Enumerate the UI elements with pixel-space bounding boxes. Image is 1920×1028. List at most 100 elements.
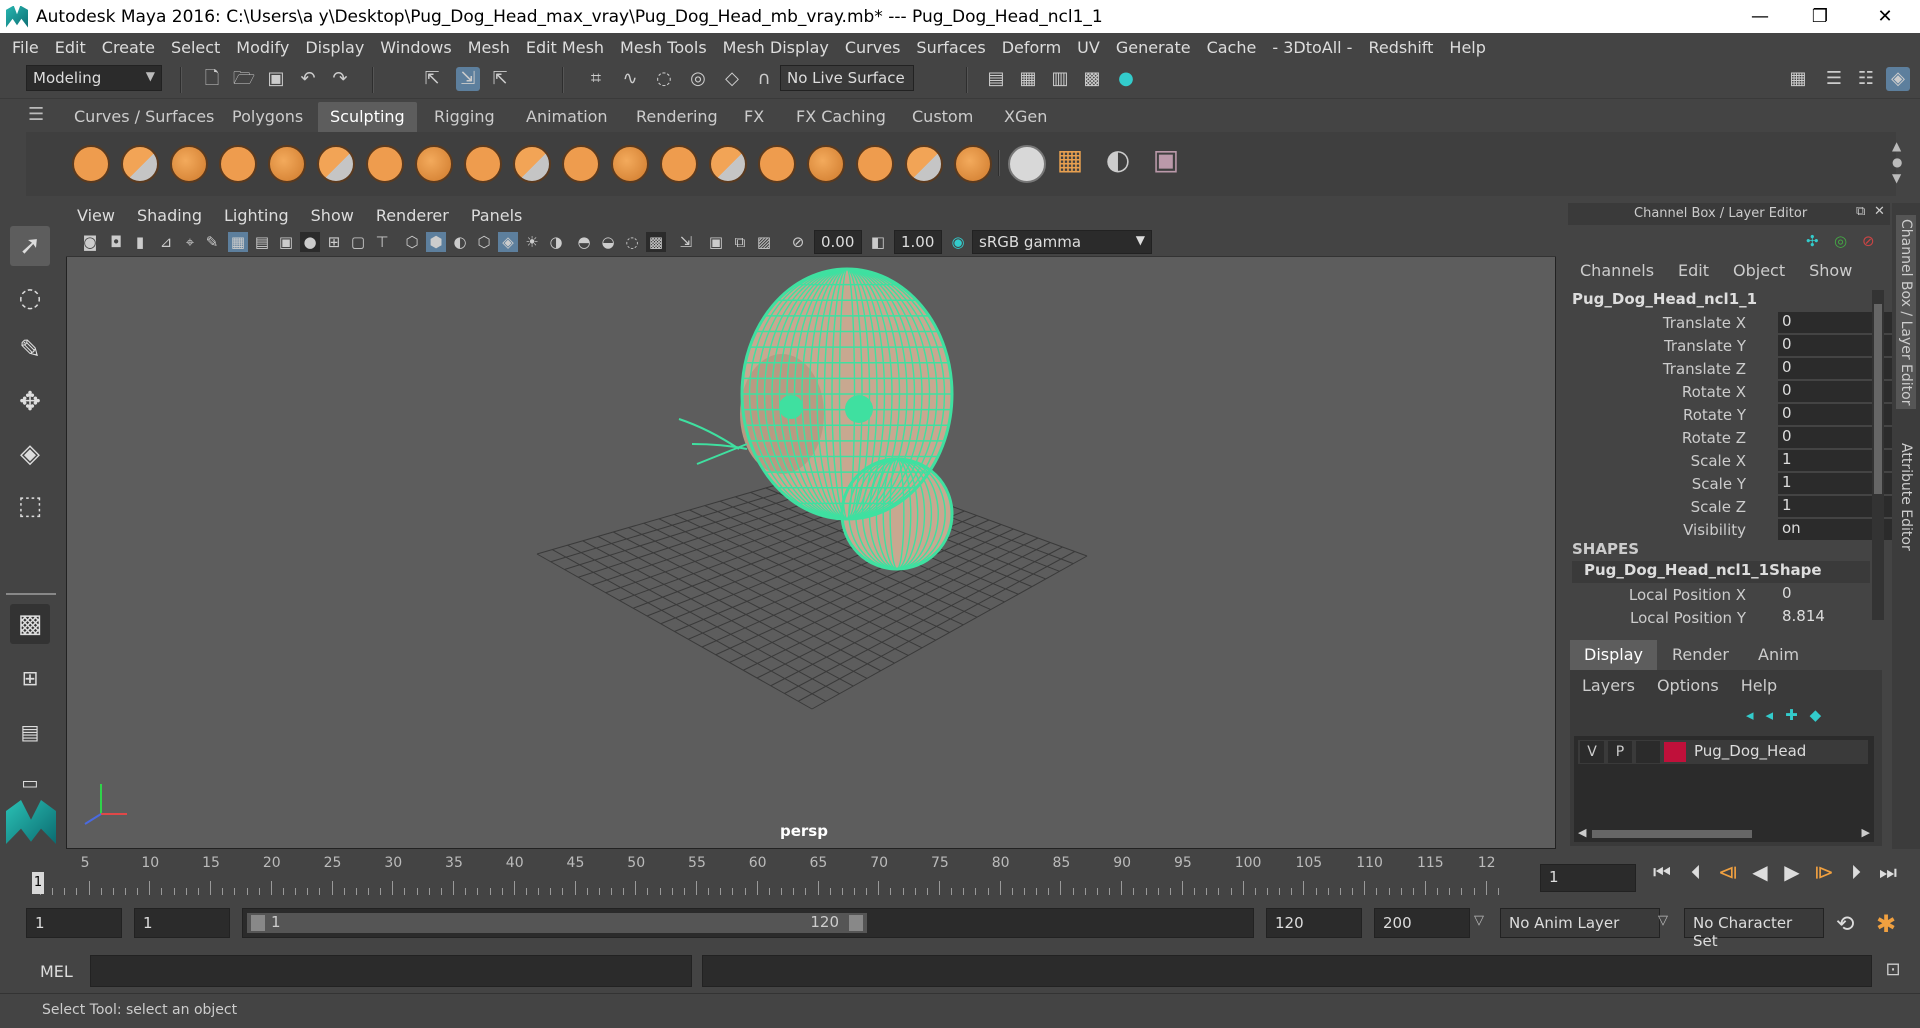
- menu-select[interactable]: Select: [163, 38, 228, 57]
- foamy-brush-icon[interactable]: [366, 145, 404, 183]
- select-tool-icon[interactable]: ➚: [10, 226, 50, 266]
- rotate-tool-icon[interactable]: ◈: [10, 434, 50, 474]
- exposure-field[interactable]: 0.00: [814, 230, 862, 254]
- channel-menu-edit[interactable]: Edit: [1666, 261, 1721, 283]
- channel-row[interactable]: Translate Y0: [1568, 335, 1898, 357]
- menu-windows[interactable]: Windows: [372, 38, 459, 57]
- new-scene-icon[interactable]: 🗋: [200, 67, 224, 91]
- tab-custom[interactable]: Custom: [900, 102, 985, 132]
- channel-row[interactable]: Scale Z1: [1568, 496, 1898, 518]
- layer-menu-help[interactable]: Help: [1741, 676, 1777, 695]
- undo-icon[interactable]: ↶: [296, 67, 320, 91]
- tab-render[interactable]: Render: [1658, 640, 1743, 670]
- viewport-menu-panels[interactable]: Panels: [460, 206, 534, 225]
- close-icon[interactable]: ✕: [1874, 204, 1885, 219]
- grid-icon[interactable]: ▦: [228, 232, 248, 252]
- go-to-start-icon[interactable]: ⏮: [1650, 858, 1674, 886]
- menu-help[interactable]: Help: [1441, 38, 1493, 57]
- channel-row[interactable]: Rotate Z0: [1568, 427, 1898, 449]
- go-to-end-icon[interactable]: ⏭: [1876, 858, 1900, 886]
- menu-mesh[interactable]: Mesh: [460, 38, 518, 57]
- menu-cache[interactable]: Cache: [1199, 38, 1265, 57]
- menu-deform[interactable]: Deform: [994, 38, 1069, 57]
- attribute-icon[interactable]: ☷: [1854, 67, 1878, 91]
- shape-name[interactable]: Pug_Dog_Head_ncl1_1Shape: [1572, 561, 1870, 583]
- command-input[interactable]: [90, 955, 692, 987]
- new-layer-icon[interactable]: ✚: [1785, 706, 1798, 724]
- command-language-label[interactable]: MEL: [40, 962, 73, 981]
- gate-mask-icon[interactable]: ●: [300, 232, 320, 252]
- step-forward-icon[interactable]: ⏵: [1844, 858, 1868, 886]
- move-tool-icon[interactable]: ✥: [10, 382, 50, 422]
- script-editor-icon[interactable]: ⊡: [1880, 959, 1906, 985]
- open-scene-icon[interactable]: 🗁: [232, 67, 256, 91]
- channel-row[interactable]: Visibility on: [1568, 519, 1898, 541]
- tab-animation[interactable]: Animation: [514, 102, 620, 132]
- tab-display[interactable]: Display: [1570, 640, 1657, 670]
- camera-icon[interactable]: ◙: [80, 232, 100, 252]
- tab-rendering[interactable]: Rendering: [624, 102, 730, 132]
- layer-display-type[interactable]: [1636, 741, 1660, 763]
- image-plane-icon[interactable]: ⊿: [156, 232, 176, 252]
- ipr-render-icon[interactable]: ▥: [1048, 67, 1072, 91]
- relax-brush-icon[interactable]: [170, 145, 208, 183]
- range-slider[interactable]: 1 120: [242, 908, 1254, 938]
- animation-start-field[interactable]: 1: [26, 908, 122, 938]
- channel-row[interactable]: Local Position Y 8.814: [1568, 607, 1878, 629]
- select-hierarchy-icon[interactable]: ⇱: [420, 67, 444, 91]
- spray-brush-icon[interactable]: [415, 145, 453, 183]
- ambient-occlusion-icon[interactable]: ◌: [622, 232, 642, 252]
- tab-anim[interactable]: Anim: [1744, 640, 1813, 670]
- menu-surfaces[interactable]: Surfaces: [908, 38, 993, 57]
- tab-polygons[interactable]: Polygons: [220, 102, 315, 132]
- channel-scrollbar[interactable]: [1872, 290, 1884, 620]
- snap-live-icon[interactable]: ◇: [720, 67, 744, 91]
- range-start-handle[interactable]: [251, 915, 265, 931]
- film-icon[interactable]: ▤: [252, 232, 272, 252]
- shadows-icon[interactable]: ◑: [546, 232, 566, 252]
- repeat-brush-icon[interactable]: [464, 145, 502, 183]
- auto-key-icon[interactable]: ⟲: [1836, 912, 1854, 937]
- animation-end-field[interactable]: 200: [1374, 908, 1470, 938]
- layer-name[interactable]: Pug_Dog_Head: [1694, 742, 1806, 760]
- layer-color-swatch[interactable]: [1664, 742, 1686, 762]
- layer-menu-options[interactable]: Options: [1657, 676, 1719, 695]
- grab-brush-icon[interactable]: [219, 145, 257, 183]
- float-icon[interactable]: ⧉: [1856, 204, 1865, 219]
- channel-row[interactable]: Rotate X0: [1568, 381, 1898, 403]
- grid-toggle-icon[interactable]: ⌖: [180, 232, 200, 252]
- play-backward-icon[interactable]: ◀: [1748, 858, 1772, 886]
- move-layer-up-icon[interactable]: ◂: [1746, 706, 1754, 724]
- menu-modify[interactable]: Modify: [228, 38, 297, 57]
- xray-icon[interactable]: ◓: [574, 232, 594, 252]
- layer-icon[interactable]: ▦: [1052, 146, 1088, 184]
- menu-display[interactable]: Display: [297, 38, 372, 57]
- mask-icon[interactable]: [1008, 145, 1046, 183]
- menu-create[interactable]: Create: [94, 38, 163, 57]
- live-surface-field[interactable]: No Live Surface: [780, 65, 914, 91]
- time-slider[interactable]: 5 10 15 20 25 30 35 40 45 50 55 60 65 70 75 80 85 90 95 100…: [26, 853, 1526, 897]
- resolution-gate-icon[interactable]: ▣: [276, 232, 296, 252]
- menu-curves[interactable]: Curves: [837, 38, 909, 57]
- depth-of-field-icon[interactable]: ▣: [706, 232, 726, 252]
- scroll-thumb[interactable]: [1874, 304, 1882, 494]
- layout-icon[interactable]: ▦: [1786, 67, 1810, 91]
- viewport-menu-lighting[interactable]: Lighting: [213, 206, 300, 225]
- tab-channel-box[interactable]: Channel Box / Layer Editor: [1896, 215, 1916, 410]
- viewport-menu-shading[interactable]: Shading: [126, 206, 213, 225]
- gamma-field[interactable]: 1.00: [894, 230, 942, 254]
- render-settings-icon[interactable]: ▩: [1080, 67, 1104, 91]
- menu-mesh-tools[interactable]: Mesh Tools: [612, 38, 715, 57]
- channel-box-toggle-icon[interactable]: ◈: [1886, 67, 1910, 91]
- channel-row[interactable]: Translate X0: [1568, 312, 1898, 334]
- menu-edit-mesh[interactable]: Edit Mesh: [518, 38, 612, 57]
- channel-row[interactable]: Scale X1: [1568, 450, 1898, 472]
- restore-button[interactable]: ❐: [1790, 0, 1850, 33]
- render-view-icon[interactable]: ▤: [984, 67, 1008, 91]
- motion-blur-icon[interactable]: ▩: [646, 232, 666, 252]
- menu-file[interactable]: File: [4, 38, 47, 57]
- tab-rigging[interactable]: Rigging: [422, 102, 507, 132]
- hud-icon[interactable]: ⧉: [730, 232, 750, 252]
- lasso-tool-icon[interactable]: ◌: [10, 278, 50, 318]
- object-name[interactable]: Pug_Dog_Head_ncl1_1: [1572, 290, 1757, 308]
